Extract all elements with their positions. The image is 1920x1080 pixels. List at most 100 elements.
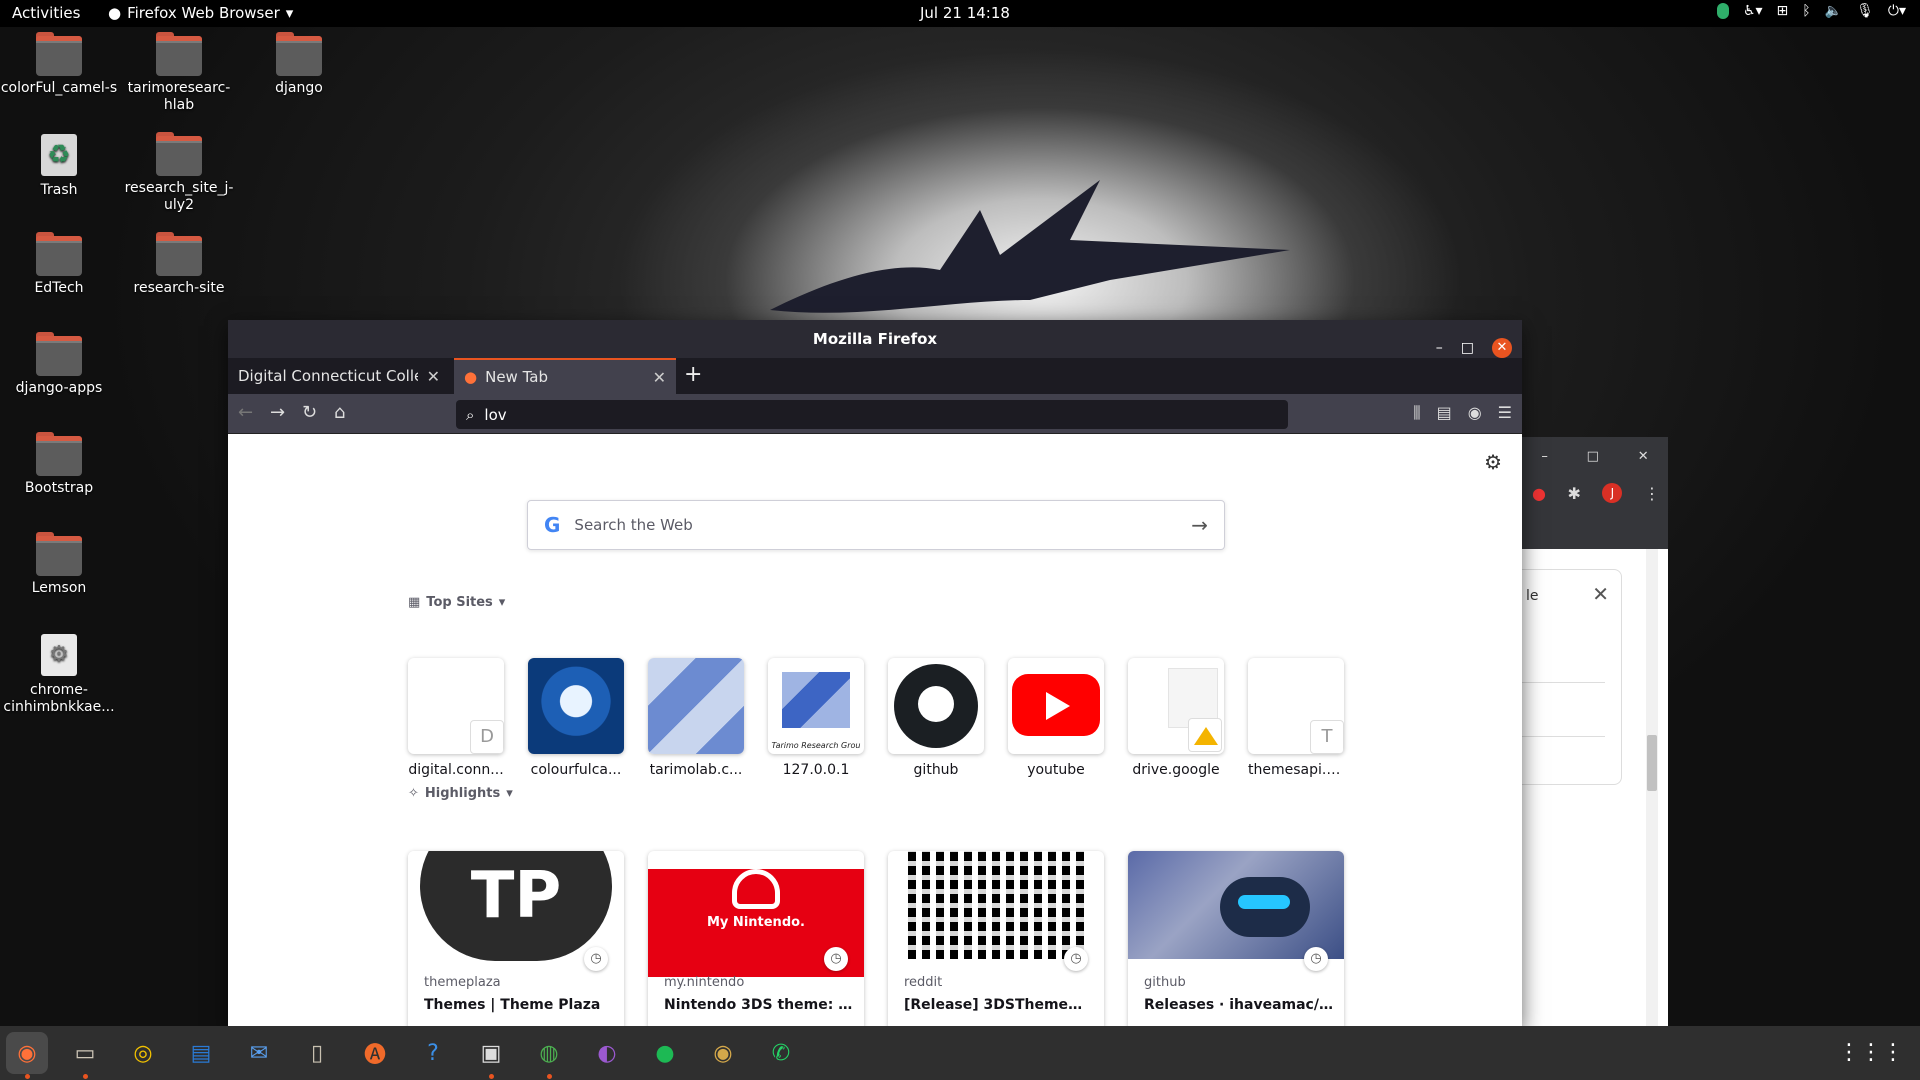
desktop-folder-edtech[interactable]: EdTech xyxy=(0,232,118,297)
window-titlebar[interactable]: Mozilla Firefox – □ ✕ xyxy=(228,320,1522,358)
youtube-icon xyxy=(1008,658,1104,754)
close-icon[interactable]: ✕ xyxy=(1592,582,1609,606)
top-sites-header[interactable]: ▦ Top Sites ▾ xyxy=(408,595,505,610)
highlight-source: github xyxy=(1144,975,1186,990)
desktop-folder-django-apps[interactable]: django-apps xyxy=(0,332,118,397)
desktop-folder-django[interactable]: django xyxy=(240,32,358,97)
top-site-tile[interactable]: T themesapi.k... xyxy=(1248,658,1344,778)
desktop-folder-lemson[interactable]: Lemson xyxy=(0,532,118,597)
account-icon[interactable]: ◉ xyxy=(1468,403,1482,423)
volume-icon[interactable]: 🔈 xyxy=(1825,3,1842,19)
dock-terminal[interactable]: ▣ xyxy=(470,1032,512,1079)
kebab-menu-icon[interactable]: ⋮ xyxy=(1644,484,1660,503)
maximize-icon[interactable]: □ xyxy=(1587,449,1599,464)
minimize-icon[interactable]: – xyxy=(1541,449,1548,464)
tor-icon: ◐ xyxy=(597,1040,617,1066)
extension-icon[interactable]: ● xyxy=(1532,484,1546,503)
search-input[interactable]: Search the Web xyxy=(574,516,1191,534)
google-drive-icon xyxy=(1128,658,1224,754)
puzzle-icon[interactable]: ✱ xyxy=(1568,484,1581,503)
close-icon[interactable]: ✕ xyxy=(1492,338,1512,358)
dock-rhythmbox[interactable]: ◎ xyxy=(122,1032,164,1074)
dock-whatsapp[interactable]: ✆ xyxy=(760,1032,802,1074)
clock-icon: ◷ xyxy=(584,947,608,971)
dock-files[interactable]: ▭ xyxy=(64,1032,106,1079)
highlight-title: [Release] 3DSThemeMan... xyxy=(904,997,1094,1013)
close-tab-icon[interactable]: ✕ xyxy=(653,368,666,387)
tab-new-tab[interactable]: ● New Tab ✕ xyxy=(454,358,676,394)
top-site-tile[interactable]: tarimolab.c... xyxy=(648,658,744,778)
desktop-folder-tarimoresearchlab[interactable]: tarimoresearc-hlab xyxy=(120,32,238,114)
close-tab-icon[interactable]: ✕ xyxy=(427,367,440,386)
bluetooth-icon[interactable]: ᛒ xyxy=(1802,3,1810,19)
chrome-content: le ✕ xyxy=(1522,549,1668,1027)
github-release-thumbnail xyxy=(1128,851,1344,959)
back-icon[interactable]: ← xyxy=(238,402,253,423)
desktop-icon-label: research-site xyxy=(133,280,225,296)
qr-code-thumbnail xyxy=(908,851,1084,959)
new-tab-button[interactable]: + xyxy=(684,362,702,387)
highlight-card[interactable]: ◷ reddit [Release] 3DSThemeMan... xyxy=(888,851,1104,1027)
url-input[interactable]: lov xyxy=(484,406,506,424)
power-icon[interactable]: ⏻▾ xyxy=(1888,3,1906,19)
scrollbar-thumb[interactable] xyxy=(1647,735,1657,791)
gear-icon[interactable]: ⚙ xyxy=(1484,450,1502,474)
desktop-folder-colorful-camels[interactable]: colorFul_camel-s xyxy=(0,32,118,97)
top-site-tile[interactable]: colourfulca... xyxy=(528,658,624,778)
terminal-icon: ▣ xyxy=(480,1040,502,1066)
network-icon[interactable]: ⊞ xyxy=(1777,3,1789,19)
clock[interactable]: Jul 21 14:18 xyxy=(920,4,1010,22)
tile-label: tarimolab.c... xyxy=(649,762,743,778)
dock-software[interactable]: 🅐 xyxy=(354,1032,396,1074)
chrome-window[interactable]: – □ ✕ ● ✱ J ⋮ le ✕ xyxy=(1522,437,1668,1027)
forward-icon[interactable]: → xyxy=(270,402,285,423)
chrome-toolbar: – □ ✕ ● ✱ J ⋮ xyxy=(1522,437,1668,549)
accessibility-icon[interactable]: ♿▾ xyxy=(1743,3,1763,19)
desktop-chrome-app[interactable]: ⚙ chrome-cinhimbnkkae... xyxy=(0,634,118,716)
home-icon[interactable]: ⌂ xyxy=(334,402,345,423)
thumbnail-caption: Tarimo Research Grou xyxy=(771,741,861,750)
avatar[interactable]: J xyxy=(1602,483,1623,503)
highlights-header[interactable]: ✧ Highlights ▾ xyxy=(408,786,513,801)
microphone-icon[interactable]: 🎙 xyxy=(1856,3,1874,19)
dock-spotify[interactable]: ● xyxy=(644,1032,686,1074)
desktop-folder-bootstrap[interactable]: Bootstrap xyxy=(0,432,118,497)
dock-tor[interactable]: ◐ xyxy=(586,1032,628,1074)
show-applications-icon[interactable]: ⋮⋮⋮ xyxy=(1838,1040,1904,1065)
highlight-card[interactable]: TP ◷ themeplaza Themes | Theme Plaza xyxy=(408,851,624,1027)
scrollbar[interactable] xyxy=(1646,549,1658,1027)
dock-libreoffice-writer[interactable]: ▤ xyxy=(180,1032,222,1074)
top-site-tile[interactable]: drive.google xyxy=(1128,658,1224,778)
dock-app-gold[interactable]: ◉ xyxy=(702,1032,744,1074)
desktop-trash[interactable]: ♻ Trash xyxy=(0,134,118,199)
highlight-title: Themes | Theme Plaza xyxy=(424,997,601,1013)
highlight-card[interactable]: My Nintendo. ◷ my.nintendo Nintendo 3DS … xyxy=(648,851,864,1027)
status-dot-icon[interactable] xyxy=(1716,3,1729,19)
highlights-grid: TP ◷ themeplaza Themes | Theme Plaza My … xyxy=(408,851,1344,1027)
reload-icon[interactable]: ↻ xyxy=(302,402,317,423)
top-site-tile[interactable]: youtube xyxy=(1008,658,1104,778)
clock-icon: ◷ xyxy=(1304,947,1328,971)
arrow-right-icon[interactable]: → xyxy=(1191,513,1208,537)
hamburger-menu-icon[interactable]: ☰ xyxy=(1498,403,1512,423)
activities-button[interactable]: Activities xyxy=(12,4,80,22)
dock-help[interactable]: ? xyxy=(412,1032,454,1074)
dock-archive[interactable]: ▯ xyxy=(296,1032,338,1074)
dock-firefox[interactable]: ◉ xyxy=(6,1032,48,1079)
library-icon[interactable]: ⫼ xyxy=(1413,403,1420,423)
highlight-card[interactable]: ◷ github Releases · ihaveamac/Th... xyxy=(1128,851,1344,1027)
web-search-box[interactable]: G Search the Web → xyxy=(527,500,1225,550)
desktop-folder-research-site-july2[interactable]: research_site_j-uly2 xyxy=(120,132,238,214)
url-bar[interactable]: ⌕ lov xyxy=(456,400,1288,429)
top-site-tile[interactable]: github xyxy=(888,658,984,778)
desktop-folder-research-site[interactable]: research-site xyxy=(120,232,238,297)
files-icon: ▭ xyxy=(74,1040,96,1066)
dock-chrome[interactable]: ◍ xyxy=(528,1032,570,1079)
sidebar-icon[interactable]: ▤ xyxy=(1437,403,1452,423)
close-icon[interactable]: ✕ xyxy=(1638,449,1649,464)
tab-digital-connecticut-college[interactable]: Digital Connecticut College ✕ xyxy=(228,358,450,394)
dock-thunderbird[interactable]: ✉ xyxy=(238,1032,280,1074)
top-site-tile[interactable]: Tarimo Research Grou 127.0.0.1 xyxy=(768,658,864,778)
app-menu[interactable]: ● Firefox Web Browser ▾ xyxy=(108,4,293,22)
top-site-tile[interactable]: D digital.conn... xyxy=(408,658,504,778)
